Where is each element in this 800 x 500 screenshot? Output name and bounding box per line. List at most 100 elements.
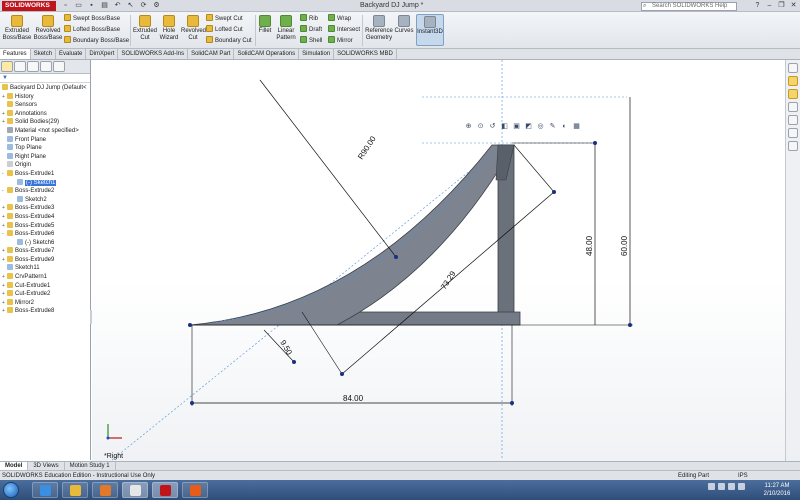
- featuretree-tab-icon[interactable]: [1, 61, 13, 72]
- tab-dimxpert[interactable]: DimXpert: [86, 49, 119, 59]
- appearance-icon[interactable]: ✎: [548, 122, 557, 131]
- dimxpert-tab-icon[interactable]: [40, 61, 52, 72]
- wrap-button[interactable]: Wrap: [328, 14, 351, 24]
- tab-features[interactable]: Features: [0, 49, 31, 59]
- tree-item[interactable]: - Boss-Extrude2: [0, 187, 90, 196]
- flag-icon[interactable]: [738, 483, 745, 490]
- previous-view-icon[interactable]: ↺: [488, 122, 497, 131]
- tree-item[interactable]: Sensors: [0, 101, 90, 110]
- tree-item[interactable]: + CrvPattern1: [0, 273, 90, 282]
- dimension-handle[interactable]: [552, 190, 556, 194]
- filter-icon[interactable]: ▼: [0, 74, 90, 83]
- tab-mbd[interactable]: SOLIDWORKS MBD: [334, 49, 397, 59]
- open-icon[interactable]: ▭: [73, 1, 84, 10]
- taskbar-explorer[interactable]: [62, 482, 88, 498]
- view-palette-icon[interactable]: [788, 102, 798, 112]
- dimension-handle[interactable]: [510, 401, 514, 405]
- select-icon[interactable]: ↖: [125, 1, 136, 10]
- shell-button[interactable]: Shell: [300, 36, 322, 46]
- tab-evaluate[interactable]: Evaluate: [56, 49, 87, 59]
- tab-3d-views[interactable]: 3D Views: [28, 462, 65, 470]
- curves-button[interactable]: Curves: [394, 15, 414, 35]
- propertymanager-tab-icon[interactable]: [14, 61, 26, 72]
- section-view-icon[interactable]: ◧: [500, 122, 509, 131]
- height-outer-label[interactable]: 60.00: [620, 235, 629, 256]
- resources-icon[interactable]: [788, 63, 798, 73]
- forum-icon[interactable]: [788, 141, 798, 151]
- tray-arrow-icon[interactable]: [708, 483, 715, 490]
- lofted-cut-button[interactable]: Lofted Cut: [206, 25, 243, 35]
- ramp-surface[interactable]: [189, 144, 515, 326]
- draft-button[interactable]: Draft: [300, 25, 322, 35]
- diagonal-dimension-label[interactable]: 73.29: [439, 269, 458, 291]
- graphics-area[interactable]: R90.00 73.29 48.00 60.00 84.00 9.50 *Rig…: [92, 60, 785, 461]
- swept-boss-button[interactable]: Swept Boss/Base: [64, 14, 120, 24]
- close-button[interactable]: ✕: [789, 1, 798, 10]
- instant3d-button[interactable]: Instant3D: [416, 14, 444, 46]
- tab-sketch[interactable]: Sketch: [31, 49, 57, 59]
- tree-item[interactable]: + Boss-Extrude9: [0, 255, 90, 265]
- solidworks-logo[interactable]: SOLIDWORKS: [2, 1, 56, 11]
- tree-item[interactable]: Material <not specified>: [0, 126, 90, 136]
- zoom-to-fit-icon[interactable]: ⊕: [464, 122, 473, 131]
- taskbar-media[interactable]: [92, 482, 118, 498]
- design-library-icon[interactable]: [788, 76, 798, 86]
- tab-model[interactable]: Model: [0, 462, 29, 470]
- linear-pattern-button[interactable]: Linear Pattern: [273, 15, 299, 41]
- options-icon[interactable]: ⚙: [151, 1, 162, 10]
- view-orientation-icon[interactable]: ▣: [512, 122, 521, 131]
- start-button[interactable]: [3, 482, 19, 498]
- configuration-tab-icon[interactable]: [27, 61, 39, 72]
- zoom-area-icon[interactable]: ⊙: [476, 122, 485, 131]
- reference-geometry-button[interactable]: Reference Geometry: [364, 15, 394, 41]
- taskbar-firefox[interactable]: [182, 482, 208, 498]
- tab-addins[interactable]: SOLIDWORKS Add-Ins: [118, 49, 189, 59]
- tree-item[interactable]: Sketch11: [0, 264, 90, 273]
- taskbar-edrawings[interactable]: [122, 482, 148, 498]
- radius-dimension-label[interactable]: R90.00: [356, 134, 378, 161]
- tree-item[interactable]: + Annotations: [0, 109, 90, 119]
- dimension-handle[interactable]: [292, 360, 296, 364]
- appearances-icon[interactable]: [788, 115, 798, 125]
- height-inner-label[interactable]: 48.00: [585, 235, 594, 256]
- tree-root[interactable]: Backyard DJ Jump (Default<: [0, 84, 90, 93]
- fillet-button[interactable]: Fillet: [257, 15, 273, 35]
- tab-motion-study[interactable]: Motion Study 1: [65, 462, 116, 470]
- restore-button[interactable]: ❐: [777, 1, 786, 10]
- tree-item[interactable]: + History: [0, 92, 90, 102]
- revolved-cut-button[interactable]: Revolved Cut: [181, 15, 206, 41]
- tree-item[interactable]: Sketch2: [0, 195, 90, 205]
- minimize-button[interactable]: –: [765, 1, 774, 10]
- tree-item[interactable]: + Mirror2: [0, 298, 90, 308]
- tab-simulation[interactable]: Simulation: [299, 49, 335, 59]
- tab-solidcam-part[interactable]: SolidCAM Part: [188, 49, 235, 59]
- speaker-icon[interactable]: [728, 483, 735, 490]
- mirror-button[interactable]: Mirror: [328, 36, 353, 46]
- tree-item[interactable]: - Boss-Extrude6: [0, 230, 90, 239]
- print-icon[interactable]: ▤: [99, 1, 110, 10]
- tree-item[interactable]: - Boss-Extrude1: [0, 169, 90, 179]
- tree-item[interactable]: Origin: [0, 161, 90, 170]
- network-icon[interactable]: [718, 483, 725, 490]
- tree-item[interactable]: + Cut-Extrude1: [0, 281, 90, 291]
- tree-item[interactable]: + Boss-Extrude3: [0, 204, 90, 213]
- scene-icon[interactable]: ◐: [560, 122, 569, 131]
- dimension-handle[interactable]: [340, 372, 344, 376]
- clock[interactable]: 11:27 AM 2/10/2016: [757, 482, 797, 498]
- extruded-boss-button[interactable]: Extruded Boss/Base: [2, 15, 32, 41]
- display-tab-icon[interactable]: [53, 61, 65, 72]
- rib-button[interactable]: Rib: [300, 14, 318, 24]
- base-width-label[interactable]: 84.00: [343, 394, 364, 403]
- dimension-handle[interactable]: [628, 323, 632, 327]
- swept-cut-button[interactable]: Swept Cut: [206, 14, 243, 24]
- file-explorer-icon[interactable]: [788, 89, 798, 99]
- extruded-cut-button[interactable]: Extruded Cut: [133, 15, 157, 41]
- tree-item[interactable]: + Cut-Extrude2: [0, 290, 90, 299]
- tree-item[interactable]: + Boss-Extrude4: [0, 212, 90, 222]
- model-drawing[interactable]: R90.00 73.29 48.00 60.00 84.00 9.50 *Rig…: [92, 60, 785, 461]
- view-settings-icon[interactable]: ▦: [572, 122, 581, 131]
- tree-item[interactable]: + Boss-Extrude7: [0, 247, 90, 256]
- undo-icon[interactable]: ↶: [112, 1, 123, 10]
- lofted-boss-button[interactable]: Lofted Boss/Base: [64, 25, 120, 35]
- hide-show-icon[interactable]: ◎: [536, 122, 545, 131]
